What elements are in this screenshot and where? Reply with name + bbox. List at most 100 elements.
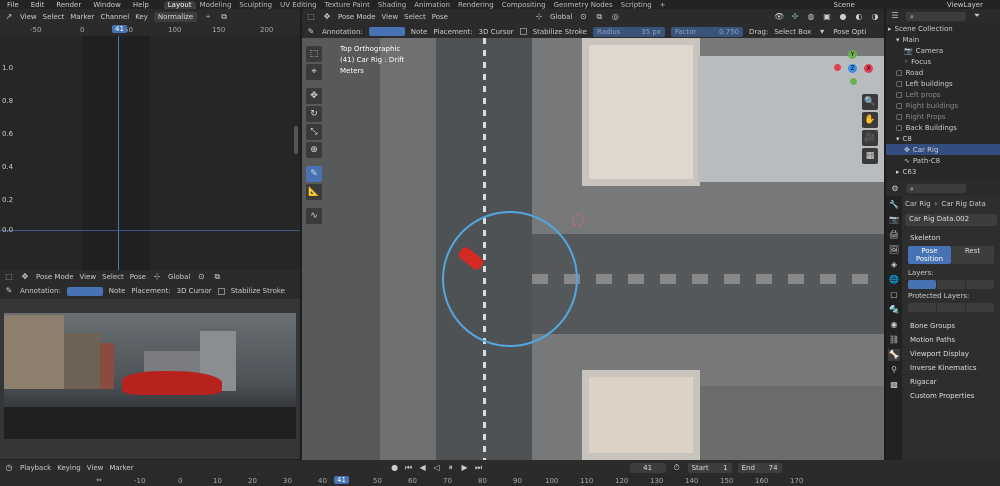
camera-view-canvas[interactable] — [0, 299, 300, 459]
graph-scrollbar[interactable] — [294, 126, 298, 154]
clock-icon[interactable]: ⏱ — [672, 463, 682, 473]
snap-icon[interactable]: ⧉ — [219, 12, 229, 22]
scroll-handle-icon[interactable]: ⇔ — [96, 476, 102, 484]
gizmo-icon[interactable]: ✣ — [790, 12, 800, 22]
camera-menu-select[interactable]: Select — [102, 273, 124, 281]
graph-ruler[interactable]: -50 0 50 100 150 200 41 — [0, 24, 300, 36]
drag-dropdown[interactable]: Select Box — [774, 28, 811, 36]
outliner-item[interactable]: ∿ Path-C8 — [886, 155, 1000, 166]
viewport-canvas[interactable]: ⬚ ⌖ ✥ ↻ ⤡ ⊕ ✎ 📐 ∿ Top Orthographic (41) … — [302, 38, 884, 460]
timeline-type-icon[interactable]: ◷ — [4, 463, 14, 473]
bone-tab-icon[interactable]: ⚲ — [888, 364, 900, 376]
proportional-icon[interactable]: ◎ — [610, 12, 620, 22]
armature-data-tab-icon[interactable]: 🦴 — [888, 349, 900, 361]
timeline-menu-keying[interactable]: Keying — [57, 464, 81, 472]
menu-help[interactable]: Help — [130, 1, 152, 9]
jump-start-icon[interactable]: ⏮ — [404, 463, 414, 473]
gizmo-x-icon[interactable]: X — [864, 64, 873, 73]
stabilize-checkbox[interactable] — [519, 28, 527, 35]
gizmo-neg-x-icon[interactable] — [834, 64, 841, 71]
tab-animation[interactable]: Animation — [410, 1, 454, 9]
editor-type-icon[interactable]: ⬚ — [4, 272, 14, 282]
viewport-menu-select[interactable]: Select — [404, 13, 426, 21]
layer-block-3[interactable] — [966, 280, 994, 289]
properties-type-icon[interactable]: ⚙ — [890, 184, 900, 194]
jump-end-icon[interactable]: ⏭ — [474, 463, 484, 473]
inverse-kinematics-panel[interactable]: Inverse Kinematics — [902, 360, 1000, 374]
layer-block-1[interactable] — [908, 280, 936, 289]
camera-mode-dropdown[interactable]: Pose Mode — [36, 273, 74, 281]
scene-tab-icon[interactable]: ◈ — [888, 259, 900, 271]
annotate-tool-icon[interactable]: ✎ — [306, 166, 322, 182]
menu-edit[interactable]: Edit — [28, 1, 48, 9]
record-icon[interactable]: ● — [390, 463, 400, 473]
graph-current-frame[interactable]: 41 — [112, 25, 127, 33]
properties-search[interactable]: ⌕ — [906, 184, 966, 193]
outliner-item[interactable]: ▢ Right buildings — [886, 100, 1000, 111]
armature-datablock[interactable]: Car Rig Data.002 — [905, 214, 997, 226]
camera-orientation-dropdown[interactable]: Global — [168, 273, 190, 281]
placement-dropdown[interactable]: 3D Cursor — [479, 28, 514, 36]
graph-menu-channel[interactable]: Channel — [100, 13, 129, 21]
graph-editor-canvas[interactable]: 1.0 0.8 0.6 0.4 0.2 0.0 — [0, 36, 300, 270]
gizmo-neg-y-icon[interactable] — [850, 78, 857, 85]
radius-field[interactable]: Radius 35 px — [592, 26, 665, 37]
gizmo-z-icon[interactable]: Z — [848, 64, 857, 73]
rest-position-button[interactable]: Rest — [951, 246, 994, 264]
stabilize-checkbox[interactable] — [217, 287, 225, 295]
annotation-layer-note[interactable]: Note — [411, 28, 428, 36]
factor-field[interactable]: Factor 0.750 — [670, 26, 743, 37]
gizmo-y-icon[interactable]: Y — [848, 50, 857, 59]
outliner-item[interactable]: ▾ Main — [886, 34, 1000, 45]
graph-editor-type-icon[interactable]: ↗ — [4, 12, 14, 22]
tab-shading[interactable]: Shading — [374, 1, 410, 9]
menu-render[interactable]: Render — [53, 1, 84, 9]
pivot-icon[interactable]: ⊙ — [196, 272, 206, 282]
tab-rendering[interactable]: Rendering — [454, 1, 498, 9]
motion-paths-panel[interactable]: Motion Paths — [902, 332, 1000, 346]
pan-hand-icon[interactable]: ✋ — [862, 112, 878, 128]
move-tool-icon[interactable]: ✥ — [306, 88, 322, 104]
tab-texture-paint[interactable]: Texture Paint — [321, 1, 374, 9]
output-tab-icon[interactable]: 🖨 — [888, 229, 900, 241]
view-layer-selector[interactable]: ViewLayer — [944, 1, 986, 9]
world-tab-icon[interactable]: 🌐 — [888, 274, 900, 286]
pivot-icon[interactable]: ⊙ — [578, 12, 588, 22]
outliner-type-icon[interactable]: ☰ — [890, 11, 900, 21]
outliner-item[interactable]: ▢ Right Props — [886, 111, 1000, 122]
graph-menu-key[interactable]: Key — [135, 13, 148, 21]
shading-rendered-icon[interactable]: ◑ — [870, 12, 880, 22]
protected-layer-block-1[interactable] — [908, 303, 936, 312]
camera-view-icon[interactable]: 🎥 — [862, 130, 878, 146]
protected-layer-block-3[interactable] — [966, 303, 994, 312]
outliner-item[interactable]: ▸ Scene Collection — [886, 23, 1000, 34]
tab-layout[interactable]: Layout — [163, 0, 196, 9]
snap-icon[interactable]: ⧉ — [212, 272, 222, 282]
outliner-item[interactable]: ◦ Focus — [886, 56, 1000, 67]
physics-tab-icon[interactable]: ◉ — [888, 319, 900, 331]
viewport-display-panel[interactable]: Viewport Display — [902, 346, 1000, 360]
add-workspace-button[interactable]: + — [656, 1, 670, 9]
viewport-menu-view[interactable]: View — [382, 13, 399, 21]
tab-geometry-nodes[interactable]: Geometry Nodes — [550, 1, 617, 9]
editor-type-icon[interactable]: ⬚ — [306, 12, 316, 22]
graph-playhead[interactable] — [118, 36, 119, 270]
shading-material-icon[interactable]: ◐ — [854, 12, 864, 22]
constraint-tab-icon[interactable]: ⛓ — [888, 334, 900, 346]
end-frame-field[interactable]: End 74 — [737, 462, 782, 473]
rigacar-panel[interactable]: Rigacar — [902, 374, 1000, 388]
render-tab-icon[interactable]: 📷 — [888, 214, 900, 226]
tab-scripting[interactable]: Scripting — [617, 1, 656, 9]
outliner-item[interactable]: ▢ Back Buildings — [886, 122, 1000, 133]
timeline-ruler[interactable]: ⇔ -10 0 10 20 30 40 41 50 60 70 80 90 10… — [0, 475, 1000, 486]
viewport-mode-dropdown[interactable]: Pose Mode — [338, 13, 376, 21]
graph-menu-view[interactable]: View — [20, 13, 37, 21]
bone-groups-panel[interactable]: Bone Groups — [902, 318, 1000, 332]
relax-tool-icon[interactable]: ∿ — [306, 208, 322, 224]
view-layer-tab-icon[interactable]: 🖼 — [888, 244, 900, 256]
custom-properties-panel[interactable]: Custom Properties — [902, 388, 1000, 402]
timeline-menu-playback[interactable]: Playback — [20, 464, 51, 472]
graph-menu-marker[interactable]: Marker — [70, 13, 94, 21]
texture-tab-icon[interactable]: ▩ — [888, 379, 900, 391]
menu-window[interactable]: Window — [90, 1, 124, 9]
